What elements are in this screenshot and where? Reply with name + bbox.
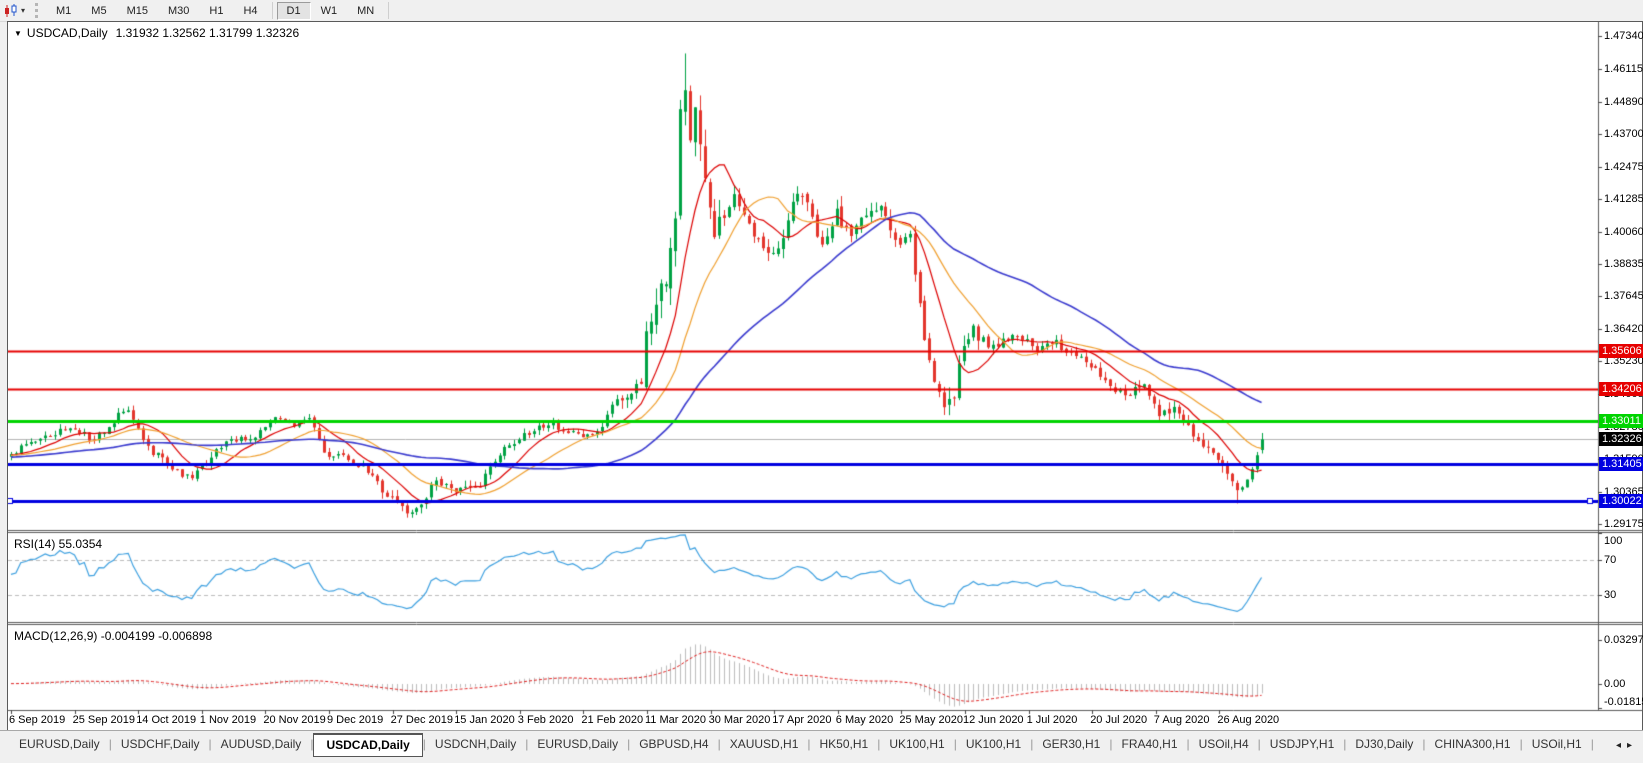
tab-usdcnh-daily[interactable]: USDCNH,Daily	[426, 733, 525, 754]
chart-canvas[interactable]	[8, 22, 1642, 730]
timeframe-button-d1[interactable]: D1	[276, 1, 311, 20]
timeframe-button-mn[interactable]: MN	[347, 2, 384, 20]
tab-fra40-h1[interactable]: FRA40,H1	[1112, 733, 1186, 754]
timeframe-button-m30[interactable]: M30	[158, 2, 199, 20]
trading-terminal: ▾ M1 M5 M15 M30 H1 H4 D1 W1 MN ▼ USDCAD,Daily 1.31…	[0, 0, 1643, 763]
timeframe-button-m15[interactable]: M15	[117, 2, 158, 20]
tab-gbpusd-h4[interactable]: GBPUSD,H4	[630, 733, 717, 754]
tab-ger30-h1[interactable]: GER30,H1	[1033, 733, 1109, 754]
toolbar: ▾ M1 M5 M15 M30 H1 H4 D1 W1 MN	[0, 0, 1643, 22]
tab-xauusd-h1[interactable]: XAUUSD,H1	[721, 733, 808, 754]
timeframe-button-h1[interactable]: H1	[199, 2, 233, 20]
tab-eurusd-daily[interactable]: EURUSD,Daily	[528, 733, 627, 754]
timeframe-button-w1[interactable]: W1	[311, 2, 348, 20]
tab-audusd-daily[interactable]: AUDUSD,Daily	[212, 733, 311, 754]
tab-eurusd-daily[interactable]: EURUSD,Daily	[10, 733, 109, 754]
tab-hk50-h1[interactable]: HK50,H1	[811, 733, 878, 754]
tab-usdcad-daily[interactable]: USDCAD,Daily	[313, 733, 423, 757]
tab-separator: |	[1590, 737, 1594, 751]
tab-usoil-h4[interactable]: USOil,H4	[1190, 733, 1258, 754]
chart-window: ▼ USDCAD,Daily 1.31932 1.32562 1.31799 1.3…	[7, 21, 1643, 731]
tab-usdchf-daily[interactable]: USDCHF,Daily	[112, 733, 209, 754]
scroll-tabs-left-icon[interactable]: ◂	[1616, 740, 1627, 751]
tab-dj30-daily[interactable]: DJ30,Daily	[1346, 733, 1422, 754]
tab-usoil-h1[interactable]: USOil,H1	[1523, 733, 1591, 754]
timeframe-button-m1[interactable]: M1	[46, 2, 81, 20]
tab-uk100-h1[interactable]: UK100,H1	[880, 733, 953, 754]
chart-type-dropdown-caret[interactable]: ▾	[21, 6, 25, 15]
timeframe-button-h4[interactable]: H4	[233, 2, 267, 20]
chart-tabs: EURUSD,Daily | USDCHF,Daily | AUDUSD,Daily | U…	[10, 733, 1594, 757]
candlestick-chart-icon[interactable]	[3, 3, 19, 18]
tab-uk100-h1[interactable]: UK100,H1	[957, 733, 1030, 754]
tab-usdjpy-h1[interactable]: USDJPY,H1	[1261, 733, 1343, 754]
tab-scroll-buttons: ◂▸	[1616, 740, 1638, 751]
toolbar-separator	[388, 2, 390, 19]
timeframe-button-m5[interactable]: M5	[81, 2, 116, 20]
toolbar-separator	[271, 2, 273, 19]
toolbar-drag-grip[interactable]	[35, 3, 39, 18]
tab-china300-h1[interactable]: CHINA300,H1	[1426, 733, 1520, 754]
timeframe-button-group: M1 M5 M15 M30 H1 H4 D1 W1 MN	[46, 0, 393, 21]
scroll-tabs-right-icon[interactable]: ▸	[1627, 740, 1638, 751]
chart-tabbar: EURUSD,Daily | USDCHF,Daily | AUDUSD,Daily | U…	[0, 730, 1643, 763]
